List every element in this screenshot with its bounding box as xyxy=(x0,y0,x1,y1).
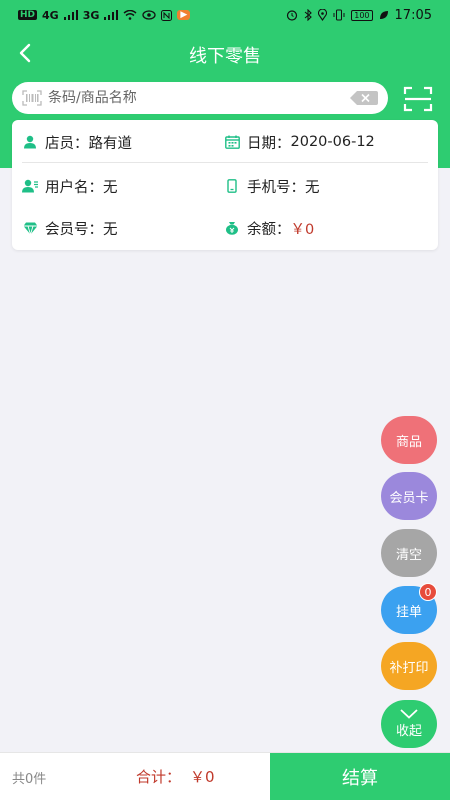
eye-icon xyxy=(142,10,157,20)
location-icon xyxy=(318,9,328,21)
status-time: 17:05 xyxy=(394,7,432,23)
status-left: HD 4G 3G ▶ xyxy=(18,8,191,22)
hold-order-badge: 0 xyxy=(419,583,437,601)
checkout-button[interactable]: 结算 xyxy=(270,753,450,800)
clear-cart-button[interactable]: 清空 xyxy=(381,529,437,577)
date-field: 日期： 2020-06-12 xyxy=(224,132,375,153)
signal-icon xyxy=(63,10,78,20)
balance-label: 余额： xyxy=(247,221,291,238)
chevron-down-icon xyxy=(400,709,418,719)
wifi-icon xyxy=(123,10,137,20)
info-row-3: 会员号： 无 余额： ￥0 xyxy=(12,217,438,239)
item-count: 共0件 xyxy=(12,772,47,787)
scan-icon xyxy=(403,86,433,112)
order-info-card: 店员： 路有道 日期： 2020-06-12 用户名： 无 手机号： 无 会员号… xyxy=(12,120,438,250)
phone-icon xyxy=(224,178,240,194)
hold-order-button[interactable]: 挂单 0 xyxy=(381,583,437,634)
user-card-icon xyxy=(22,178,38,194)
battery-indicator: 100 xyxy=(351,9,373,21)
hd-indicator: HD xyxy=(18,10,38,20)
network-3g-indicator: 3G xyxy=(82,8,100,22)
clerk-label: 店员： xyxy=(45,135,89,152)
info-row-1: 店员： 路有道 日期： 2020-06-12 xyxy=(12,131,438,153)
barcode-icon xyxy=(22,90,42,106)
status-bar: HD 4G 3G ▶ 100 17:05 xyxy=(0,0,450,30)
phone-field: 手机号： 无 xyxy=(224,176,320,197)
vibrate-icon xyxy=(333,9,345,21)
user-icon xyxy=(22,134,38,150)
nfc-icon xyxy=(161,9,173,21)
status-right: 100 17:05 xyxy=(286,8,432,23)
search-bar[interactable] xyxy=(12,82,388,114)
info-row-2: 用户名： 无 手机号： 无 xyxy=(12,175,438,197)
network-4g-indicator: 4G xyxy=(42,8,59,22)
clear-search-button[interactable] xyxy=(350,91,378,105)
clerk-value: 路有道 xyxy=(88,135,133,152)
username-field: 用户名： 无 xyxy=(22,176,118,197)
bluetooth-icon xyxy=(304,9,313,21)
search-input[interactable] xyxy=(48,90,350,106)
date-value: 2020-06-12 xyxy=(290,134,375,150)
member-value: 无 xyxy=(103,221,118,238)
diamond-icon xyxy=(22,220,38,236)
backspace-icon xyxy=(350,91,378,105)
balance-value: ￥0 xyxy=(290,221,315,238)
goods-button[interactable]: 商品 xyxy=(381,416,437,464)
hold-order-label: 挂单 xyxy=(395,604,422,620)
phone-label: 手机号： xyxy=(247,179,305,196)
calendar-icon xyxy=(224,134,240,150)
scan-button[interactable] xyxy=(402,85,434,113)
leaf-icon xyxy=(379,11,388,19)
money-bag-icon xyxy=(224,220,240,236)
total-label: 合计： xyxy=(136,768,182,786)
card-divider xyxy=(22,162,428,163)
collapse-label: 收起 xyxy=(395,724,422,739)
username-label: 用户名： xyxy=(45,179,103,196)
collapse-button[interactable]: 收起 xyxy=(381,700,437,748)
total-value: ￥0 xyxy=(190,768,215,786)
phone-value: 无 xyxy=(305,179,320,196)
app-notification-icon: ▶ xyxy=(177,10,191,20)
bottom-bar: 共0件 合计： ￥0 结算 xyxy=(0,752,450,800)
member-card-button[interactable]: 会员卡 xyxy=(381,472,437,520)
member-field: 会员号： 无 xyxy=(22,218,118,239)
alarm-icon xyxy=(287,10,298,21)
username-value: 无 xyxy=(103,179,118,196)
page-title: 线下零售 xyxy=(189,46,261,67)
date-label: 日期： xyxy=(247,135,291,152)
signal-icon-2 xyxy=(104,10,119,20)
clerk-field: 店员： 路有道 xyxy=(22,132,132,153)
member-label: 会员号： xyxy=(45,221,103,238)
reprint-button[interactable]: 补打印 xyxy=(381,642,437,690)
balance-field: 余额： ￥0 xyxy=(224,218,314,239)
